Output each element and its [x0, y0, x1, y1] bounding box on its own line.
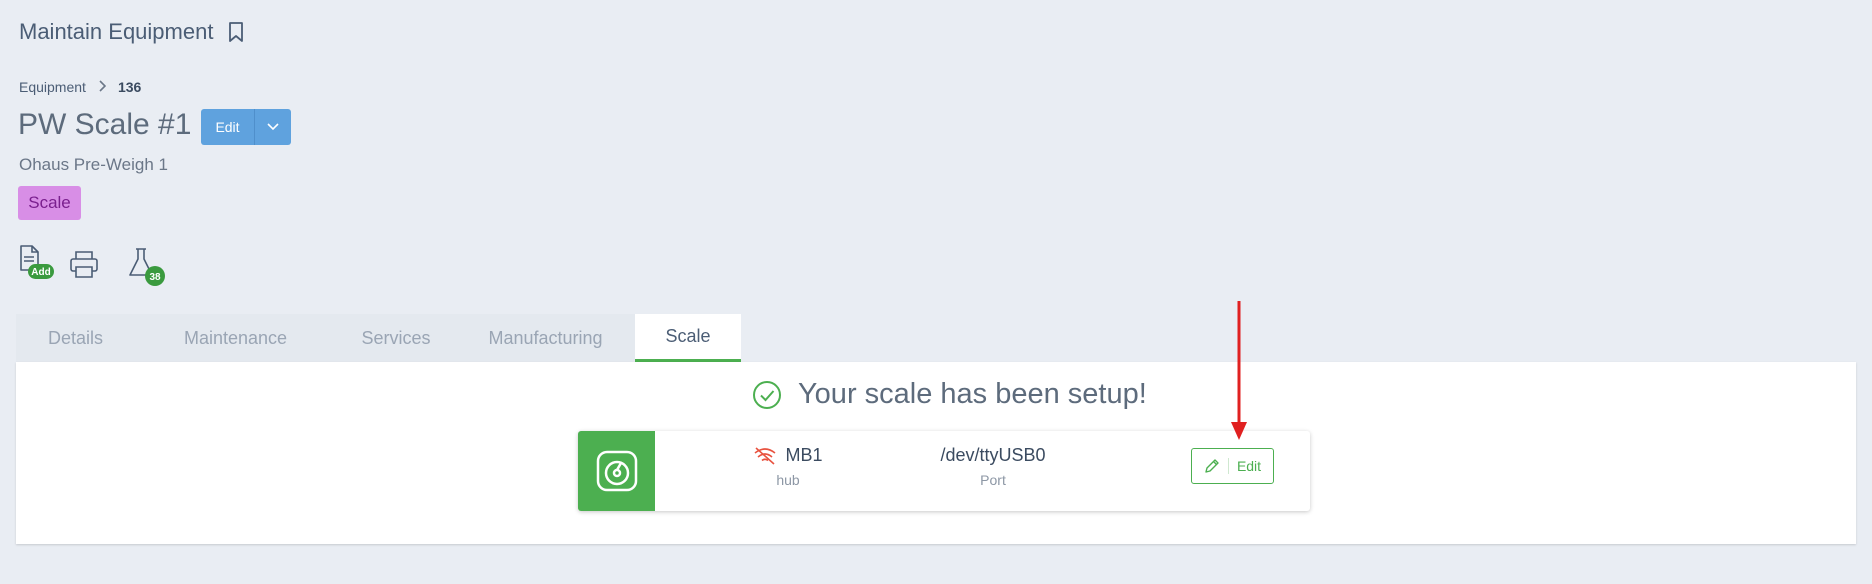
- tab-services[interactable]: Services: [336, 314, 456, 362]
- type-badge: Scale: [18, 186, 81, 220]
- bookmark-icon[interactable]: [227, 21, 245, 43]
- edit-dropdown-toggle[interactable]: [255, 109, 291, 145]
- tab-scale[interactable]: Scale: [635, 314, 741, 362]
- equipment-name: PW Scale #1: [18, 108, 192, 141]
- flask-icon[interactable]: 38: [128, 247, 180, 296]
- port-value: /dev/ttyUSB0: [940, 445, 1046, 465]
- breadcrumb-equipment[interactable]: Equipment: [19, 79, 86, 95]
- scale-card: MB1 hub /dev/ttyUSB0 Port Edit: [578, 431, 1310, 511]
- scale-panel: Your scale has been setup! MB1 hub /dev/…: [16, 362, 1856, 544]
- scale-tile: [578, 431, 655, 511]
- add-document-icon[interactable]: Add: [18, 244, 58, 289]
- page-title: Maintain Equipment: [19, 19, 245, 45]
- chevron-down-icon: [267, 123, 279, 131]
- tab-manufacturing[interactable]: Manufacturing: [456, 314, 635, 362]
- edit-scale-button[interactable]: Edit: [1191, 448, 1274, 484]
- tab-details[interactable]: Details: [16, 314, 135, 362]
- action-icons: Add 38: [18, 244, 178, 288]
- port-label: Port: [980, 472, 1006, 488]
- page-title-text: Maintain Equipment: [19, 19, 214, 44]
- port-column: /dev/ttyUSB0 Port: [908, 445, 1078, 488]
- edit-button[interactable]: Edit: [201, 109, 255, 145]
- breadcrumb-current: 136: [117, 79, 142, 95]
- tab-bar: Details Maintenance Services Manufacturi…: [16, 314, 741, 362]
- setup-status: Your scale has been setup!: [752, 378, 1147, 411]
- scale-icon: [596, 450, 637, 492]
- tab-maintenance[interactable]: Maintenance: [135, 314, 336, 362]
- check-circle-icon: [753, 380, 781, 409]
- equipment-model: Ohaus Pre-Weigh 1: [19, 155, 168, 174]
- tests-count-badge: 38: [149, 272, 161, 283]
- breadcrumb: Equipment 136: [19, 79, 141, 95]
- edit-button-group: Edit: [201, 109, 291, 145]
- hub-column: MB1 hub: [728, 445, 848, 488]
- add-badge-text: Add: [31, 267, 50, 278]
- edit-separator: [1227, 458, 1229, 474]
- hub-label: hub: [776, 472, 800, 488]
- print-icon[interactable]: [68, 249, 100, 286]
- wifi-off-icon: [754, 446, 776, 465]
- hub-value: MB1: [785, 445, 823, 465]
- pencil-icon: [1205, 459, 1219, 473]
- chevron-right-icon: [98, 79, 107, 95]
- setup-message: Your scale has been setup!: [798, 378, 1147, 410]
- edit-scale-label: Edit: [1236, 458, 1262, 474]
- annotation-arrow: [1231, 301, 1247, 440]
